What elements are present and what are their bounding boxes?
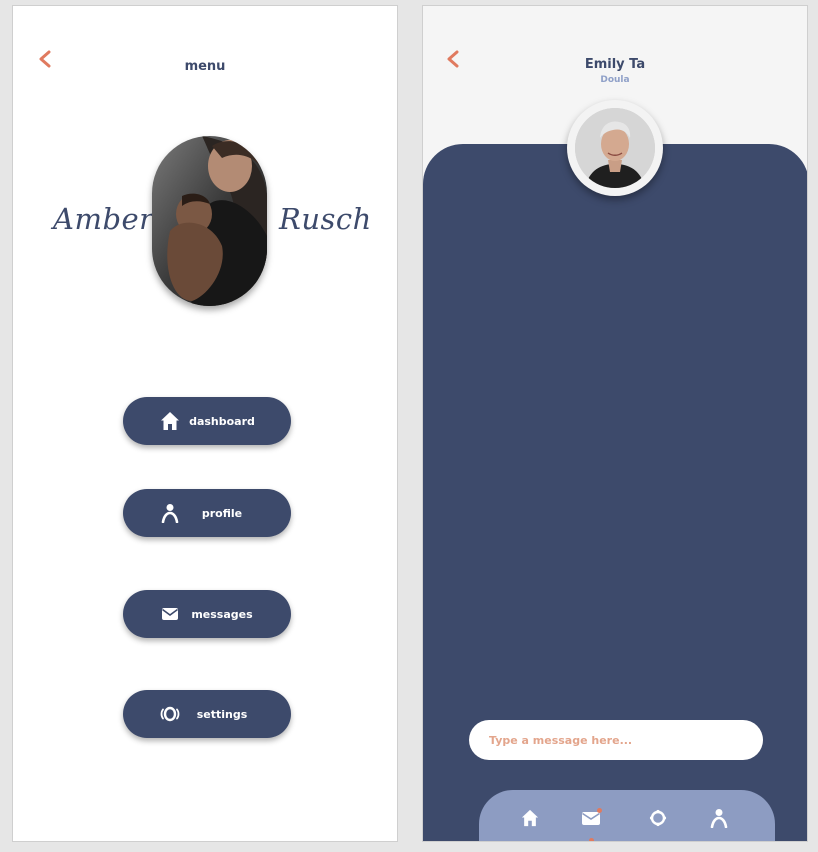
nav-home[interactable] — [516, 804, 544, 832]
settings-label: settings — [196, 707, 248, 721]
vibration-icon — [153, 706, 187, 722]
home-icon — [521, 809, 539, 827]
person-icon — [710, 809, 728, 828]
message-input[interactable] — [469, 720, 763, 760]
profile-button[interactable]: profile — [123, 489, 291, 537]
chat-screen: Emily Ta Doula — [422, 5, 808, 842]
contact-role: Doula — [600, 75, 630, 85]
dashboard-button[interactable]: dashboard — [123, 397, 291, 445]
person-icon — [153, 503, 187, 523]
envelope-icon — [153, 607, 187, 621]
contact-avatar[interactable] — [567, 100, 663, 196]
active-indicator — [589, 838, 594, 841]
menu-screen: menu Amber Rusch dashboard profile messa… — [12, 5, 398, 842]
notification-badge — [597, 808, 602, 813]
nav-messages[interactable] — [578, 804, 606, 841]
messages-label: messages — [191, 607, 253, 621]
settings-button[interactable]: settings — [123, 690, 291, 738]
nav-profile[interactable] — [705, 804, 733, 832]
profile-photo — [152, 136, 267, 306]
profile-label: profile — [201, 506, 243, 520]
contact-name: Emily Ta — [584, 57, 646, 72]
first-name-text: Amber — [53, 202, 154, 236]
last-name-text: Rusch — [279, 202, 372, 236]
contact-avatar-photo — [575, 108, 655, 188]
messages-button[interactable]: messages — [123, 590, 291, 638]
vibration-icon — [649, 809, 667, 827]
dashboard-label: dashboard — [189, 414, 255, 428]
bottom-nav — [479, 790, 775, 841]
nav-settings[interactable] — [644, 804, 672, 832]
home-icon — [153, 411, 187, 431]
page-title: menu — [184, 59, 226, 74]
